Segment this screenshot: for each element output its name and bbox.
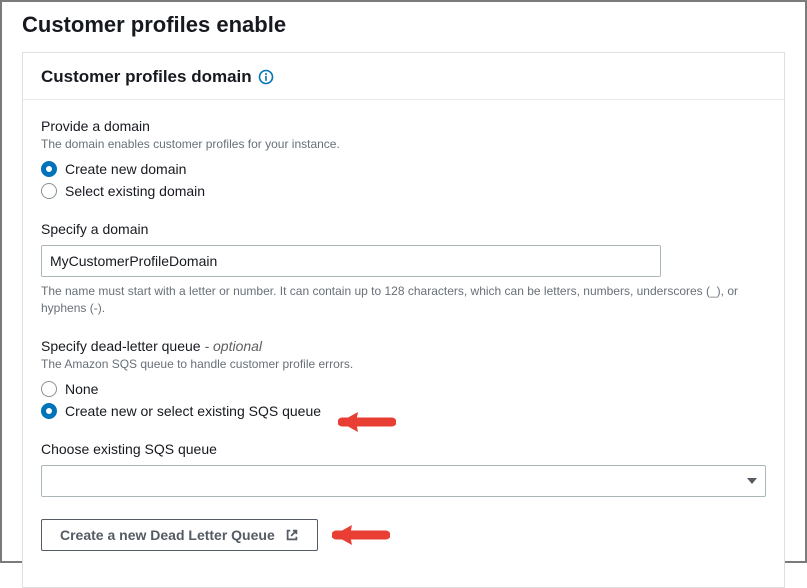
create-dlq-button[interactable]: Create a new Dead Letter Queue [41,519,318,551]
existing-queue-label: Choose existing SQS queue [41,441,766,457]
radio-input-dlq-create-select[interactable] [41,403,57,419]
radio-dlq-none[interactable]: None [41,381,766,397]
provide-domain-help: The domain enables customer profiles for… [41,136,766,153]
radio-dlq-create-select[interactable]: Create new or select existing SQS queue [41,403,766,419]
existing-queue-group: Choose existing SQS queue [41,441,766,497]
radio-label-select-domain: Select existing domain [65,183,205,199]
panel-title: Customer profiles domain [41,67,252,87]
domain-name-input[interactable] [41,245,661,277]
radio-input-select-domain[interactable] [41,183,57,199]
domain-panel: Customer profiles domain Provide a domai… [22,52,785,588]
info-icon[interactable] [258,69,274,85]
specify-domain-label: Specify a domain [41,221,766,237]
radio-label-create-domain: Create new domain [65,161,186,177]
create-dlq-group: Create a new Dead Letter Queue [41,519,766,551]
caret-down-icon [747,478,757,484]
dlq-group: Specify dead-letter queue - optional The… [41,338,766,419]
provide-domain-group: Provide a domain The domain enables cust… [41,118,766,199]
dlq-help: The Amazon SQS queue to handle customer … [41,356,766,373]
dlq-optional-tag: - optional [201,338,262,354]
external-link-icon [285,528,299,542]
specify-domain-group: Specify a domain The name must start wit… [41,221,766,317]
radio-select-domain[interactable]: Select existing domain [41,183,766,199]
radio-label-dlq-none: None [65,381,98,397]
radio-input-dlq-none[interactable] [41,381,57,397]
existing-queue-select[interactable] [41,465,766,497]
radio-create-domain[interactable]: Create new domain [41,161,766,177]
radio-label-dlq-create-select: Create new or select existing SQS queue [65,403,321,419]
panel-header: Customer profiles domain [23,53,784,100]
radio-input-create-domain[interactable] [41,161,57,177]
dlq-label-text: Specify dead-letter queue [41,338,201,354]
specify-domain-help: The name must start with a letter or num… [41,283,766,317]
create-dlq-button-label: Create a new Dead Letter Queue [60,527,275,543]
dlq-label: Specify dead-letter queue - optional [41,338,766,354]
provide-domain-label: Provide a domain [41,118,766,134]
page-title: Customer profiles enable [22,12,785,38]
